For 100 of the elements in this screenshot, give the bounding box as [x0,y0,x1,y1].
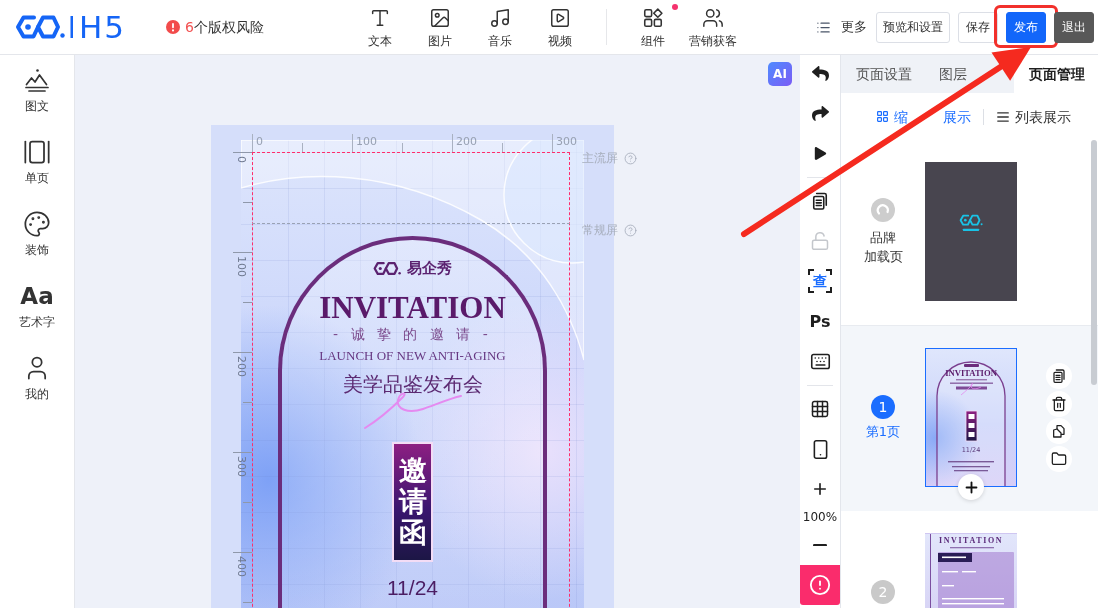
undo-icon [811,64,829,82]
list-icon [816,19,831,35]
mountain-icon [23,66,51,94]
page-label: 第1页 [865,422,901,441]
marketing-tool[interactable]: 营销获客 [682,1,743,53]
plus-icon [811,480,829,498]
thumbnail-title: INVITATION [944,369,998,378]
redo-icon [811,104,829,122]
play-icon [813,146,827,160]
carousel-icon [23,138,51,166]
thumbnail-title: INVITATION [937,536,1005,545]
logo-text: H5 [79,12,127,42]
save-button[interactable]: 保存 [958,11,998,43]
warning-icon [166,20,181,34]
label-block [938,553,972,562]
guide-label: 常规屏 [582,222,618,238]
add-page-button[interactable] [958,474,984,500]
text-line [942,571,958,573]
play-square-icon [548,6,571,29]
ruler-label: 300 [235,456,248,477]
trash-icon [1051,395,1067,412]
mini-scribble [960,383,982,396]
poster-subtitle: - 诚 挚 的 邀 请 - [333,326,492,342]
alert-button[interactable] [800,565,840,605]
event-date: 11/24 [387,575,438,602]
components-tool[interactable]: 组件 [622,1,683,53]
copy-icon [810,191,830,211]
exit-button[interactable]: 退出 [1054,11,1094,43]
text-line [942,603,1004,605]
ruler-label: 400 [235,556,248,577]
mini-logo [964,364,979,367]
text-tool[interactable]: 文本 [349,1,410,53]
loading-page-label: 品牌 加载页 [863,228,903,266]
list-icon [996,109,1011,124]
copyright-warning[interactable]: 6个版权风险 [185,18,264,36]
publish-button[interactable]: 发布 [1006,11,1046,43]
panel-tab[interactable]: 页面管理 [1014,55,1098,93]
preview-button[interactable]: 预览和设置 [876,11,950,43]
text-line [942,598,1004,600]
users-icon [701,6,724,29]
text-line [954,470,988,472]
brand-name: 易企秀 [407,260,452,276]
alert-icon [809,574,831,596]
decoration-nav-item[interactable]: 装饰 [0,199,74,271]
scan-button[interactable]: 查 [808,269,832,293]
event-name: 美学品鉴发布会 [342,372,483,396]
page-thumbnail[interactable] [925,162,1017,301]
poster-tagline: LAUNCH OF NEW ANTI-AGING [319,348,506,363]
mini-badge [965,410,978,442]
text-line [948,461,994,463]
mine-nav-item[interactable]: 我的 [0,343,74,415]
minus-icon [813,543,827,547]
graphics-nav-item[interactable]: 图文 [0,55,74,127]
palette-icon [23,210,51,238]
grid-icon [810,399,830,419]
loader-icon [871,197,895,222]
duplicate-page-button[interactable] [1046,418,1072,444]
text-line [942,585,954,587]
page-number: 1 [871,394,895,419]
copy-page-button[interactable] [1046,363,1072,389]
ruler-label: 200 [235,356,248,377]
ai-button[interactable]: AI [768,62,792,86]
delete-page-button[interactable] [1046,390,1072,417]
invitation-badge: 邀请函 [392,442,433,563]
logo-icon [15,14,73,40]
more-button[interactable]: 更多 [816,19,867,35]
brand-logo-icon [373,260,401,276]
shapes-icon [641,6,664,29]
poster-title: INVITATION [319,293,506,323]
image-icon [428,6,451,29]
ps-button[interactable]: Ps [800,301,840,341]
ruler-label: 0 [256,135,263,148]
page-thumbnail[interactable]: INVITATION [925,533,1017,608]
text-line [962,571,976,573]
view-mode-toggle[interactable]: 列表展示 [996,107,1072,126]
text-line [950,547,994,549]
music-tool[interactable]: 音乐 [469,1,530,53]
video-tool[interactable]: 视频 [529,1,590,53]
panel-tab[interactable]: 页面设置 [856,65,912,83]
ruler-label: 100 [356,135,377,148]
move-to-folder-button[interactable] [1046,445,1072,472]
ruler-label: 200 [456,135,477,148]
copy-icon [1051,368,1067,384]
logo-icon [959,214,983,232]
image-tool[interactable]: 图片 [409,1,470,53]
font-glyph-icon: Aa [20,282,54,310]
music-note-icon [488,6,511,29]
folder-icon [1051,450,1067,467]
text-line [952,466,990,468]
view-mode-toggle[interactable]: 缩 展示 [876,107,972,126]
ruler-label: 100 [235,256,248,277]
ruler-label: 300 [556,135,577,148]
grid-icon [876,110,889,123]
art-text-nav-item[interactable]: Aa 艺术字 [0,271,74,343]
scrollbar[interactable] [1091,140,1097,385]
panel-tab[interactable]: 图层 [939,65,967,83]
unlock-icon [810,231,830,251]
notification-dot [671,4,678,10]
zoom-level: 100% [802,509,838,525]
single-page-nav-item[interactable]: 单页 [0,127,74,199]
